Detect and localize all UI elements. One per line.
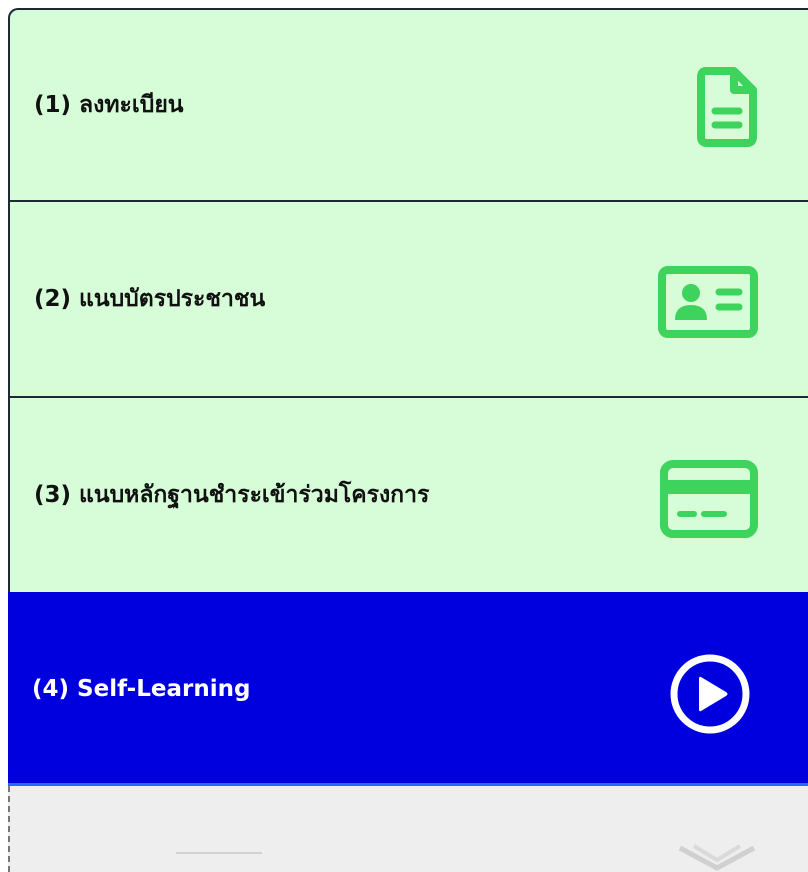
faint-divider bbox=[176, 852, 262, 854]
step-register[interactable]: (1) ลงทะเบียน bbox=[8, 8, 808, 200]
step-self-learning[interactable]: (4) Self-Learning bbox=[8, 592, 808, 786]
play-circle-icon bbox=[670, 654, 750, 734]
step-attach-payment-proof[interactable]: (3) แนบหลักฐานชำระเข้าร่วมโครงการ bbox=[8, 396, 808, 592]
document-icon bbox=[697, 67, 757, 147]
step-attach-payment-proof-label: (3) แนบหลักฐานชำระเข้าร่วมโครงการ bbox=[34, 482, 430, 508]
step-attach-id-card[interactable]: (2) แนบบัตรประชาชน bbox=[8, 200, 808, 396]
id-card-icon bbox=[658, 266, 758, 338]
book-icon bbox=[678, 844, 756, 871]
step-next-locked bbox=[8, 786, 808, 872]
credit-card-icon bbox=[660, 460, 758, 538]
registration-steps-menu: (1) ลงทะเบียน (2) แนบบัตรประชาชน (3) แนบ… bbox=[8, 8, 808, 872]
step-attach-id-card-label: (2) แนบบัตรประชาชน bbox=[34, 286, 266, 312]
step-register-label: (1) ลงทะเบียน bbox=[34, 92, 184, 118]
step-self-learning-label: (4) Self-Learning bbox=[32, 675, 251, 702]
